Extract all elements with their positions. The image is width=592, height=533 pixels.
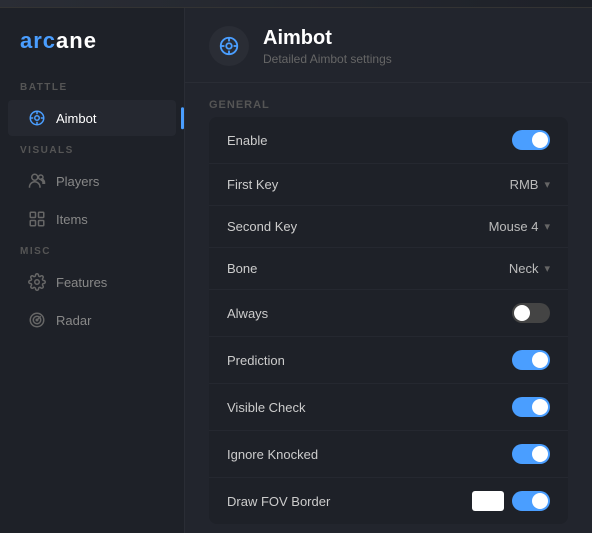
second-key-label: Second Key [227, 219, 297, 234]
header-text: Aimbot Detailed Aimbot settings [263, 27, 392, 66]
setting-row-always: Always [209, 290, 568, 337]
prediction-label: Prediction [227, 353, 285, 368]
logo-prefix: arc [20, 28, 56, 53]
sidebar-item-features[interactable]: Features [8, 264, 176, 300]
always-toggle[interactable] [512, 303, 550, 323]
crosshair-icon [28, 109, 46, 127]
header-icon-container [209, 26, 249, 66]
visible-check-label: Visible Check [227, 400, 306, 415]
sidebar-item-aimbot-label: Aimbot [56, 111, 96, 126]
bone-value: Neck [509, 261, 539, 276]
settings-area: General Enable First Key RMB ▾ [185, 83, 592, 533]
sidebar-item-items-label: Items [56, 212, 88, 227]
bone-dropdown[interactable]: Neck ▾ [509, 261, 550, 276]
logo: arcane [0, 24, 184, 74]
gear-icon [28, 273, 46, 291]
ignore-knocked-toggle[interactable] [512, 444, 550, 464]
draw-fov-border-label: Draw FOV Border [227, 494, 330, 509]
sidebar-item-items[interactable]: Items [8, 201, 176, 237]
users-icon [28, 172, 46, 190]
first-key-value: RMB [510, 177, 539, 192]
enable-toggle[interactable] [512, 130, 550, 150]
setting-row-second-key: Second Key Mouse 4 ▾ [209, 206, 568, 248]
first-key-label: First Key [227, 177, 278, 192]
page-subtitle: Detailed Aimbot settings [263, 52, 392, 66]
sidebar-item-features-label: Features [56, 275, 107, 290]
sidebar-item-radar[interactable]: Radar [8, 302, 176, 338]
grid-icon [28, 210, 46, 228]
fov-color-box[interactable] [472, 491, 504, 511]
setting-row-prediction: Prediction [209, 337, 568, 384]
app-container: arcane BATTLE Aimbot VISUALS [0, 8, 592, 533]
chevron-down-icon-2: ▾ [544, 220, 550, 233]
setting-row-draw-fov-border: Draw FOV Border [209, 478, 568, 524]
section-visuals: VISUALS [0, 137, 184, 162]
second-key-value: Mouse 4 [489, 219, 539, 234]
always-label: Always [227, 306, 268, 321]
logo-suffix: ane [56, 28, 97, 53]
radar-icon [28, 311, 46, 329]
ignore-knocked-label: Ignore Knocked [227, 447, 318, 462]
sidebar-item-aimbot[interactable]: Aimbot [8, 100, 176, 136]
sidebar-item-radar-label: Radar [56, 313, 91, 328]
prediction-toggle[interactable] [512, 350, 550, 370]
general-section-title: General [209, 99, 568, 111]
section-battle: BATTLE [0, 74, 184, 99]
setting-row-bone: Bone Neck ▾ [209, 248, 568, 290]
sidebar-item-players-label: Players [56, 174, 99, 189]
draw-fov-control [472, 491, 550, 511]
sidebar: arcane BATTLE Aimbot VISUALS [0, 8, 185, 533]
setting-row-ignore-knocked: Ignore Knocked [209, 431, 568, 478]
main-content: Aimbot Detailed Aimbot settings General … [185, 8, 592, 533]
setting-row-visible-check: Visible Check [209, 384, 568, 431]
section-misc: MISC [0, 238, 184, 263]
sidebar-item-players[interactable]: Players [8, 163, 176, 199]
bone-label: Bone [227, 261, 257, 276]
draw-fov-toggle[interactable] [512, 491, 550, 511]
header-crosshair-icon [218, 35, 240, 57]
visible-check-toggle[interactable] [512, 397, 550, 417]
chevron-down-icon-3: ▾ [544, 262, 550, 275]
second-key-dropdown[interactable]: Mouse 4 ▾ [489, 219, 550, 234]
page-header: Aimbot Detailed Aimbot settings [185, 8, 592, 83]
chevron-down-icon: ▾ [544, 178, 550, 191]
first-key-dropdown[interactable]: RMB ▾ [510, 177, 550, 192]
settings-card: Enable First Key RMB ▾ Second Key Mouse … [209, 117, 568, 524]
setting-row-first-key: First Key RMB ▾ [209, 164, 568, 206]
enable-label: Enable [227, 133, 267, 148]
setting-row-enable: Enable [209, 117, 568, 164]
top-bar [0, 0, 592, 8]
page-title: Aimbot [263, 27, 392, 50]
